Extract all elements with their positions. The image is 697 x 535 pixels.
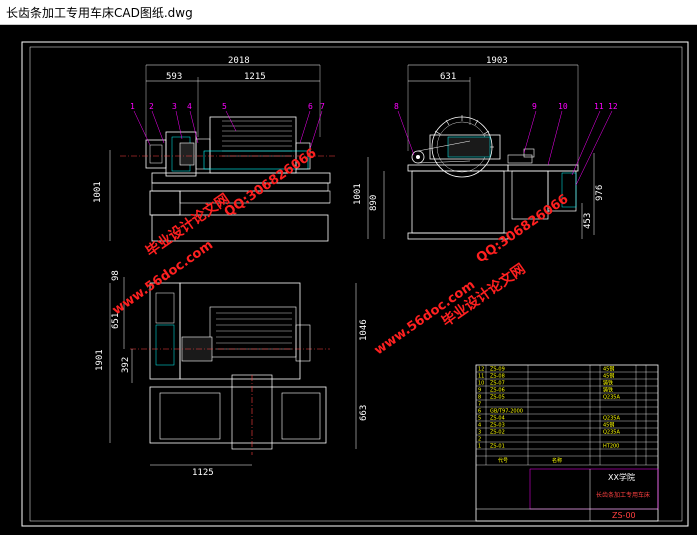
parts-list-rows: 12 ZS-09 45钢 11 ZS-08 45钢 10 ZS-07 铸铁 9 … (478, 366, 620, 450)
dim-top-right2: 663 (359, 405, 369, 421)
dim-top-height: 1901 (95, 349, 105, 371)
row-material: 45钢 (603, 366, 614, 373)
dim-front-right: 1215 (244, 72, 266, 82)
row-no: 2 (478, 437, 481, 443)
dim-front-left: 593 (166, 72, 182, 82)
watermark-qq-2: QQ:306826066 (474, 192, 572, 267)
drawing-number: ZS-00 (612, 511, 636, 520)
row-code: ZS-02 (490, 430, 505, 436)
row-material: 铸铁 (603, 387, 613, 394)
watermarks: 毕业设计论文网 QQ:306826066 www.56doc.com QQ:30… (110, 146, 572, 359)
row-material: 45钢 (603, 373, 614, 380)
dim-front-height: 1001 (93, 181, 103, 203)
side-part-labels: 8 9 10 11 12 (394, 102, 618, 186)
row-code: ZS-07 (490, 381, 505, 387)
row-no: 12 (478, 367, 484, 373)
cad-viewport[interactable]: 2018 593 1215 1001 1 2 3 4 5 6 7 1903 63… (0, 25, 697, 535)
window-title: 长齿条加工专用车床CAD图纸.dwg (6, 6, 193, 20)
dim-top-a: 98 (111, 270, 121, 281)
part-label-12: 12 (608, 102, 618, 111)
part-label-11: 11 (594, 102, 604, 111)
row-material: Q235A (603, 430, 620, 436)
row-no: 10 (478, 381, 484, 387)
row-code: ZS-05 (490, 395, 505, 401)
row-no: 6 (478, 409, 481, 415)
row-no: 9 (478, 388, 481, 394)
row-code: GB/T97-2000 (490, 409, 523, 415)
header-code: 代号 (498, 457, 508, 464)
header-name: 名称 (552, 457, 562, 464)
row-code: ZS-03 (490, 423, 505, 429)
part-label-2: 2 (149, 102, 154, 111)
dim-top-c: 392 (121, 357, 131, 373)
row-material: 铸铁 (603, 380, 613, 387)
title-block: 12 ZS-09 45钢 11 ZS-08 45钢 10 ZS-07 铸铁 9 … (475, 364, 659, 522)
cad-drawing[interactable]: 2018 593 1215 1001 1 2 3 4 5 6 7 1903 63… (0, 25, 697, 535)
row-code: ZS-06 (490, 388, 505, 394)
window-titlebar: 长齿条加工专用车床CAD图纸.dwg (0, 0, 697, 25)
row-code: ZS-09 (490, 367, 505, 373)
row-no: 5 (478, 416, 481, 422)
side-view: 1903 631 1001 890 976 453 (353, 56, 605, 240)
row-material: 45钢 (603, 422, 614, 429)
part-label-9: 9 (532, 102, 537, 111)
dim-side-left: 631 (440, 72, 456, 82)
dim-side-height1: 1001 (353, 183, 363, 205)
row-no: 7 (478, 402, 481, 408)
part-label-10: 10 (558, 102, 568, 111)
dim-side-total: 1903 (486, 56, 508, 66)
row-no: 11 (478, 374, 484, 380)
drawing-title: 长齿条加工专用车床 (596, 491, 650, 499)
outer-frame (21, 41, 689, 527)
part-label-6: 6 (308, 102, 313, 111)
row-no: 4 (478, 423, 481, 429)
part-label-1: 1 (130, 102, 135, 111)
row-code: ZS-01 (490, 444, 505, 450)
dim-top-right1: 1046 (359, 319, 369, 341)
row-no: 1 (478, 444, 481, 450)
dim-side-height3: 976 (595, 185, 605, 201)
dim-top-width: 1125 (192, 468, 214, 478)
row-code: ZS-04 (490, 416, 505, 422)
part-label-7: 7 (320, 102, 325, 111)
row-material: HT200 (603, 444, 619, 450)
dim-front-total: 2018 (228, 56, 250, 66)
dim-side-height2: 890 (369, 195, 379, 211)
school-name: XX学院 (608, 472, 635, 482)
part-label-4: 4 (187, 102, 192, 111)
row-no: 3 (478, 430, 481, 436)
watermark-brand-1: 毕业设计论文网 (143, 190, 233, 260)
part-label-3: 3 (172, 102, 177, 111)
dim-side-height4: 453 (583, 213, 593, 229)
row-material: Q235A (603, 416, 620, 422)
row-code: ZS-08 (490, 374, 505, 380)
row-material: Q235A (603, 395, 620, 401)
row-no: 8 (478, 395, 481, 401)
part-label-5: 5 (222, 102, 227, 111)
part-label-8: 8 (394, 102, 399, 111)
